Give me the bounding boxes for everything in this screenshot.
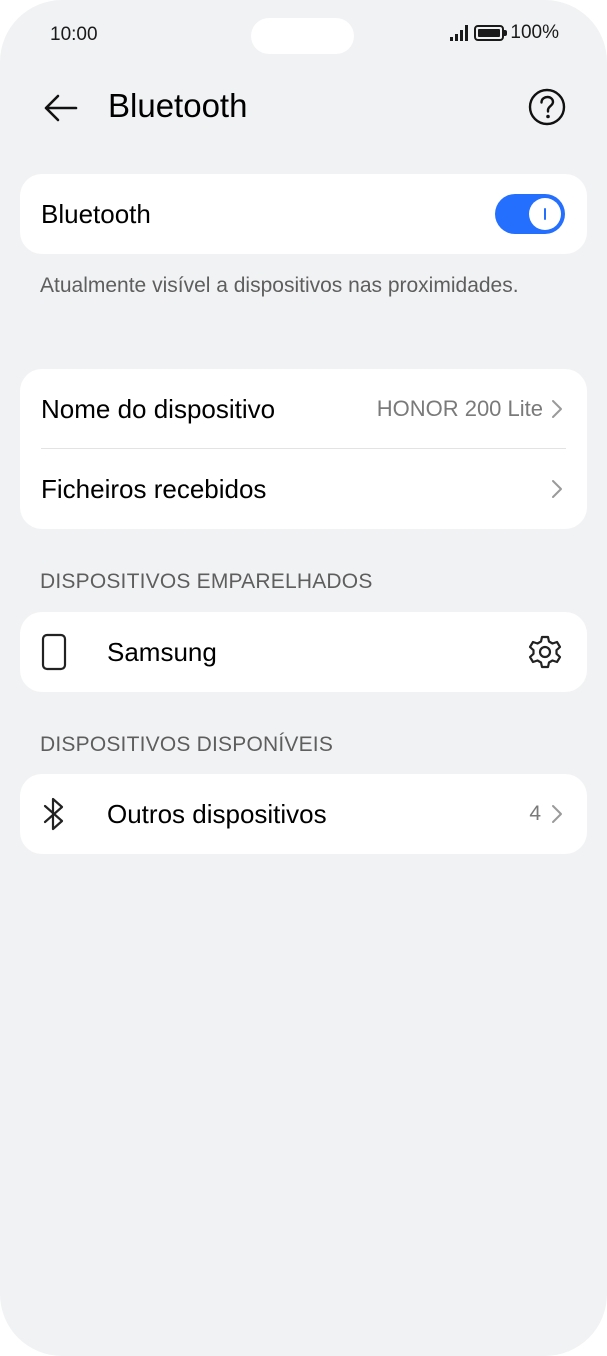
other-devices-count: 4 [529,802,541,825]
available-devices-card: Outros dispositivos 4 [20,774,587,854]
camera-cutout [251,18,354,54]
other-devices-label: Outros dispositivos [107,798,327,829]
status-bar: 10:00 100% [0,0,607,70]
gear-icon[interactable] [525,632,565,672]
battery-icon [474,25,508,41]
toggle-knob [529,198,561,230]
bluetooth-row[interactable]: Bluetooth [20,174,587,254]
received-files-row[interactable]: Ficheiros recebidos [20,449,587,529]
status-indicators: 100% [450,22,559,44]
status-time: 10:00 [50,24,98,45]
page-title: Bluetooth [108,87,248,124]
question-circle-icon [528,88,566,126]
phone-icon [41,633,87,671]
signal-icon [450,25,469,41]
paired-section-title: DISPOSITIVOS EMPARELHADOS [40,570,373,593]
arrow-left-icon [44,94,78,122]
device-card: Nome do dispositivo HONOR 200 Lite Fiche… [20,369,587,529]
device-name-label: Nome do dispositivo [41,393,276,424]
help-button[interactable] [527,87,567,127]
available-section-title: DISPOSITIVOS DISPONÍVEIS [40,733,334,756]
chevron-right-icon [551,803,565,825]
device-name-value: HONOR 200 Lite [376,396,543,421]
phone-screen: 10:00 100% Bluetooth Bluetooth Atualment… [0,0,607,1356]
chevron-right-icon [551,478,565,500]
other-devices-row[interactable]: Outros dispositivos 4 [20,774,587,854]
paired-device-name: Samsung [107,636,217,667]
device-name-row[interactable]: Nome do dispositivo HONOR 200 Lite [20,369,587,449]
received-files-label: Ficheiros recebidos [41,473,267,504]
header: Bluetooth [0,70,607,150]
bluetooth-card: Bluetooth [20,174,587,254]
bluetooth-toggle[interactable] [495,194,565,234]
chevron-right-icon [551,398,565,420]
paired-device-row[interactable]: Samsung [20,612,587,692]
bluetooth-label: Bluetooth [41,198,151,229]
visibility-caption: Atualmente visível a dispositivos nas pr… [40,274,519,297]
paired-devices-card: Samsung [20,612,587,692]
bluetooth-icon [41,795,87,833]
back-button[interactable] [36,84,84,132]
battery-percentage: 100% [510,22,559,43]
